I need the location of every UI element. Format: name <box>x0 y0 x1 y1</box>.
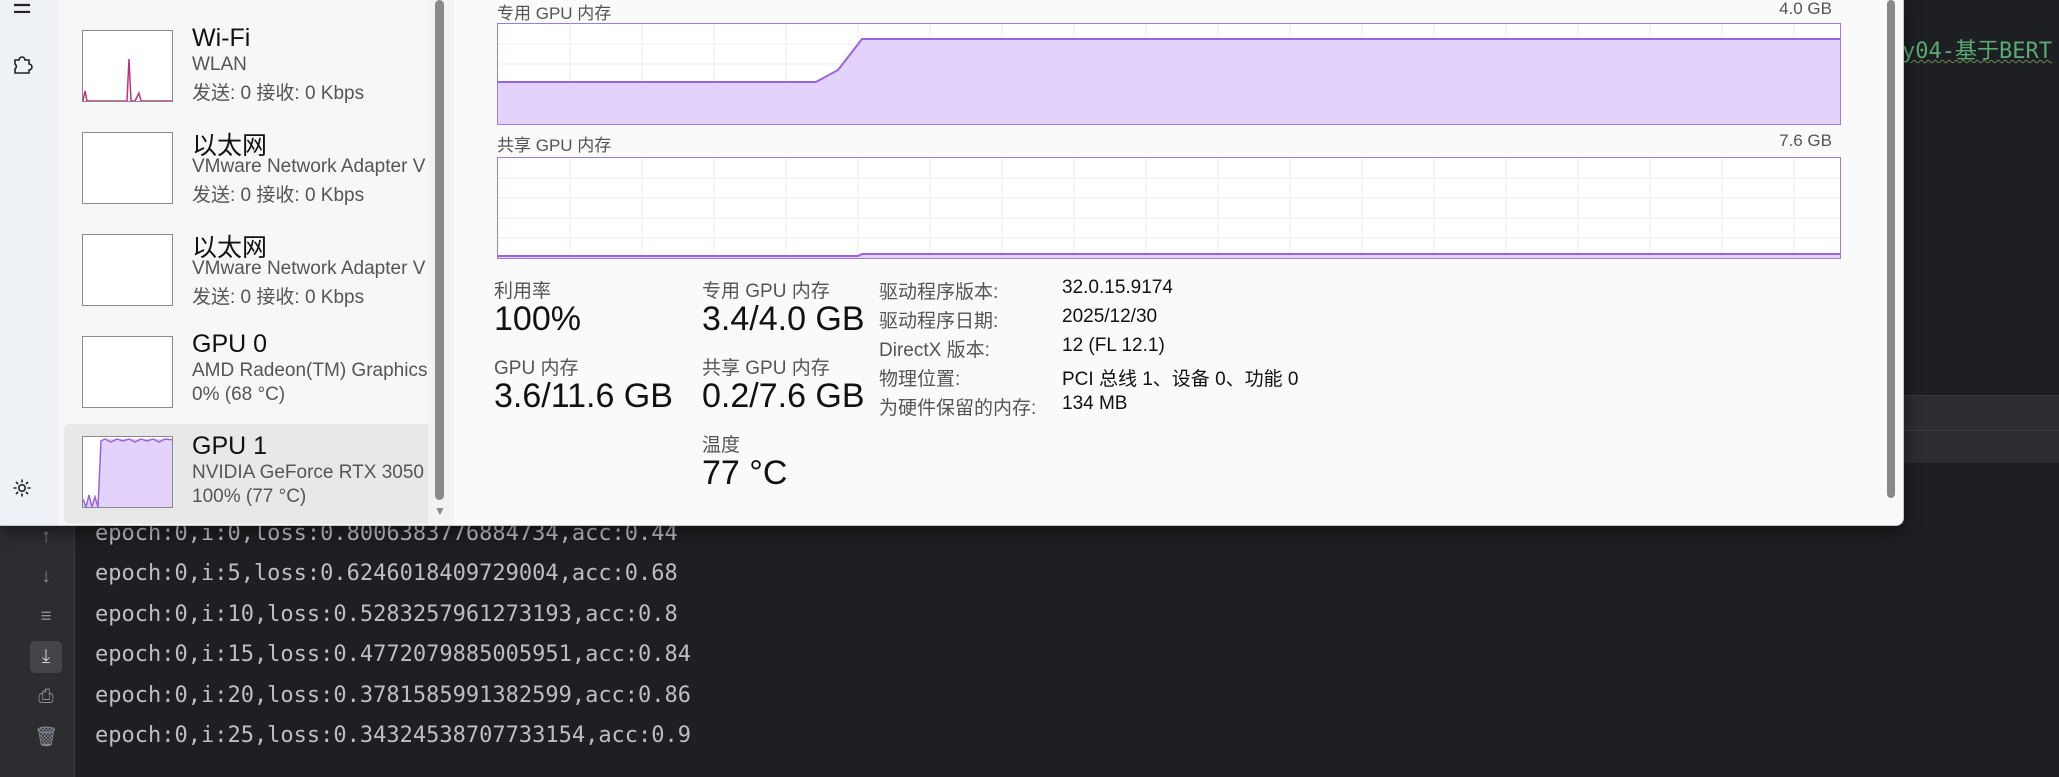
arrow-down-icon[interactable]: ↓ <box>30 561 62 593</box>
driver-version-key: 驱动程序版本: <box>879 282 999 303</box>
console-line: epoch:0,i:10,loss:0.5283257961273193,acc… <box>95 601 678 627</box>
hamburger-menu-icon[interactable]: ☰ <box>8 0 36 20</box>
gpu1-mini-graph <box>82 436 173 508</box>
dedicated-memory-value: 3.4/4.0 GB <box>702 300 865 338</box>
physical-location-key: 物理位置: <box>879 369 961 390</box>
print-icon[interactable]: ⎙ <box>30 681 62 713</box>
device-item-wifi[interactable]: Wi-Fi WLAN 发送: 0 接收: 0 Kbps <box>64 22 428 122</box>
sidebar-scrollbar-thumb[interactable] <box>435 0 444 500</box>
directx-version-value: 12 (FL 12.1) <box>1062 335 1165 356</box>
device-usage: 100% (77 °C) <box>192 486 307 507</box>
device-title: Wi-Fi <box>192 24 251 52</box>
dedicated-memory-graph-label: 专用 GPU 内存 <box>497 4 612 23</box>
dedicated-memory-label: 专用 GPU 内存 <box>702 281 830 302</box>
device-item-ethernet-2[interactable]: 以太网 VMware Network Adapter V 发送: 0 接收: 0… <box>64 226 428 326</box>
trash-icon[interactable]: 🗑 <box>30 721 62 753</box>
task-manager-window: ☰ Wi-Fi WLAN 发送: 0 接收: 0 Kbps 以太网 VMware… <box>0 0 1904 526</box>
shared-memory-graph-max: 7.6 GB <box>1779 131 1832 150</box>
directx-version-key: DirectX 版本: <box>879 340 990 361</box>
temperature-value: 77 °C <box>702 454 788 492</box>
device-item-ethernet-1[interactable]: 以太网 VMware Network Adapter V 发送: 0 接收: 0… <box>64 124 428 224</box>
driver-date-key: 驱动程序日期: <box>879 311 999 332</box>
gpu0-mini-graph <box>82 336 173 408</box>
shared-memory-graph-label: 共享 GPU 内存 <box>497 136 612 155</box>
device-subtitle: VMware Network Adapter V <box>192 258 426 279</box>
shared-memory-label: 共享 GPU 内存 <box>702 358 830 379</box>
wifi-mini-graph <box>82 30 173 102</box>
device-item-gpu-0[interactable]: GPU 0 AMD Radeon(TM) Graphics 0% (68 °C) <box>64 328 428 428</box>
driver-version-value: 32.0.15.9174 <box>1062 277 1173 298</box>
console-line: epoch:0,i:15,loss:0.4772079885005951,acc… <box>95 642 692 668</box>
soft-wrap-icon[interactable]: ≡ <box>30 601 62 633</box>
gpu-memory-label: GPU 内存 <box>494 358 579 379</box>
device-item-gpu-1[interactable]: GPU 1 NVIDIA GeForce RTX 3050 L 100% (77… <box>64 424 428 524</box>
utilization-label: 利用率 <box>494 281 552 302</box>
ethernet-mini-graph <box>82 234 173 306</box>
device-throughput: 发送: 0 接收: 0 Kbps <box>192 287 365 308</box>
console-line: epoch:0,i:5,loss:0.6246018409729004,acc:… <box>95 561 678 587</box>
dedicated-memory-graph-max: 4.0 GB <box>1779 0 1832 18</box>
device-throughput: 发送: 0 接收: 0 Kbps <box>192 185 365 206</box>
detail-pane-scrollbar[interactable] <box>1887 0 1895 498</box>
device-subtitle: AMD Radeon(TM) Graphics <box>192 360 428 381</box>
gpu-detail-pane: 专用 GPU 内存 4.0 GB 共享 GPU 内存 7.6 GB 利用率 10… <box>454 0 1903 525</box>
shared-memory-graph <box>497 157 1841 259</box>
driver-date-value: 2025/12/30 <box>1062 306 1158 327</box>
scroll-to-end-icon[interactable]: ⤓ <box>30 641 62 673</box>
shared-memory-value: 0.2/7.6 GB <box>702 377 865 415</box>
performance-device-list: Wi-Fi WLAN 发送: 0 接收: 0 Kbps 以太网 VMware N… <box>58 0 428 525</box>
scroll-down-arrow-icon[interactable]: ▼ <box>430 504 450 520</box>
utilization-value: 100% <box>494 300 581 338</box>
physical-location-value: PCI 总线 1、设备 0、功能 0 <box>1062 369 1299 390</box>
device-title: GPU 0 <box>192 330 268 358</box>
dedicated-memory-graph <box>497 23 1841 125</box>
device-subtitle: NVIDIA GeForce RTX 3050 L <box>192 462 428 483</box>
task-manager-nav-rail: ☰ <box>0 0 58 525</box>
device-usage: 0% (68 °C) <box>192 384 286 405</box>
ide-editor-tab-fragment[interactable]: y04-基于BERT <box>1902 33 2052 65</box>
device-title: GPU 1 <box>192 432 268 460</box>
device-subtitle: VMware Network Adapter V <box>192 156 426 177</box>
settings-gear-icon[interactable] <box>8 474 36 502</box>
hardware-reserved-value: 134 MB <box>1062 393 1128 414</box>
run-console-output: epoch:0,i:0,loss:0.8006383776884734,acc:… <box>95 514 691 756</box>
console-line: epoch:0,i:20,loss:0.3781585991382599,acc… <box>95 682 692 708</box>
device-subtitle: WLAN <box>192 54 247 75</box>
temperature-label: 温度 <box>702 435 741 456</box>
ethernet-mini-graph <box>82 132 173 204</box>
services-puzzle-icon[interactable] <box>8 50 36 78</box>
hardware-reserved-key: 为硬件保留的内存: <box>879 398 1037 419</box>
gpu-memory-value: 3.6/11.6 GB <box>494 377 673 415</box>
console-line: epoch:0,i:25,loss:0.34324538707733154,ac… <box>95 722 692 748</box>
device-throughput: 发送: 0 接收: 0 Kbps <box>192 83 365 104</box>
